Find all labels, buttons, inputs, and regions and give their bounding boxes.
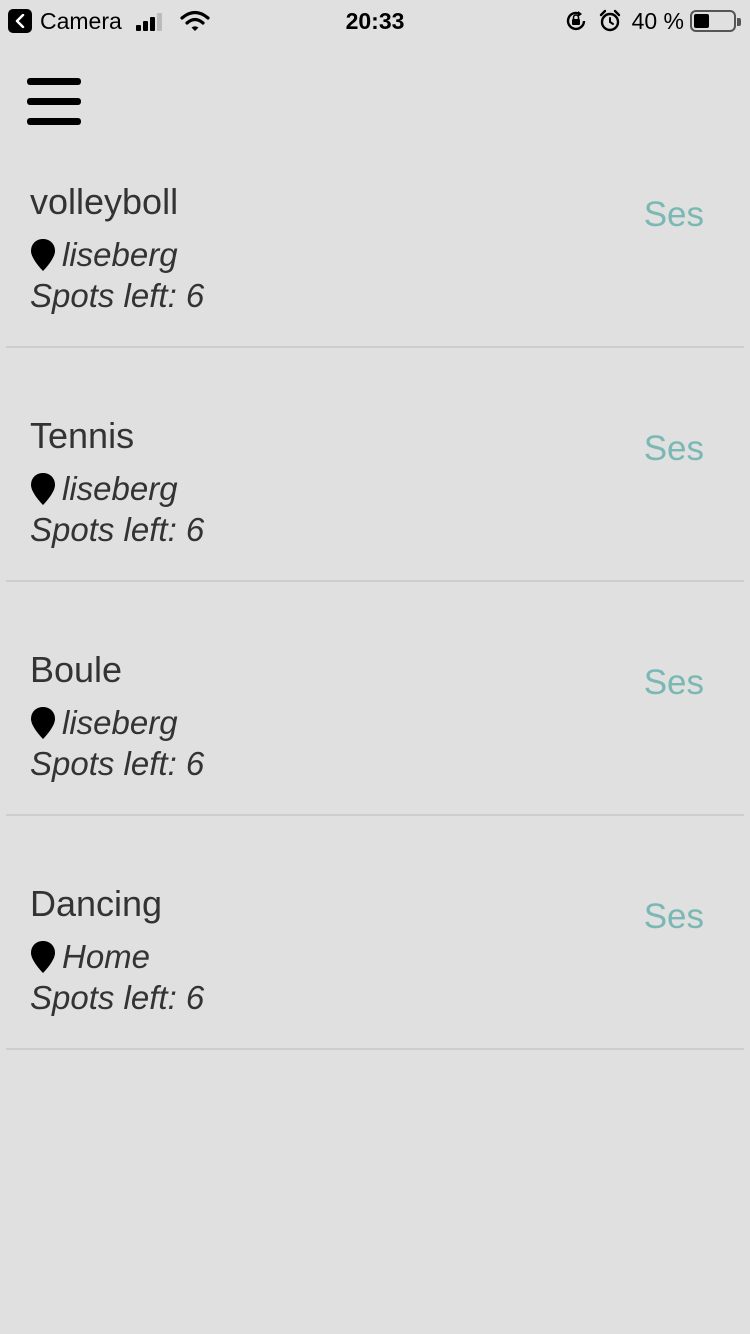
activity-location: Home [30, 938, 150, 976]
status-right: 40 % [564, 8, 741, 34]
location-label: Home [62, 938, 151, 975]
location-pin-icon [31, 239, 55, 271]
list-item[interactable]: Dancing Home Spots left: 6 Ses [6, 816, 744, 1050]
menu-line [27, 78, 81, 85]
list-item[interactable]: Boule liseberg Spots left: 6 Ses [6, 582, 744, 816]
activity-location: liseberg [30, 470, 178, 508]
location-pin-icon [31, 473, 55, 505]
activity-location: liseberg [30, 236, 178, 274]
view-button[interactable]: Ses [644, 897, 704, 937]
location-label: liseberg [62, 704, 178, 741]
activity-title: Boule [30, 649, 123, 690]
menu-line [27, 118, 81, 125]
spots-left: Spots left: 6 [30, 979, 205, 1016]
view-button[interactable]: Ses [644, 195, 704, 235]
alarm-icon [599, 9, 620, 32]
battery-level-fill [694, 14, 710, 28]
battery-percent: 40 % [631, 8, 684, 34]
spots-left: Spots left: 6 [30, 277, 205, 314]
view-button[interactable]: Ses [644, 663, 704, 703]
battery-icon [690, 10, 741, 32]
location-pin-icon [31, 707, 55, 739]
spots-left: Spots left: 6 [30, 511, 205, 548]
spots-left: Spots left: 6 [30, 745, 205, 782]
status-bar: Camera 20:33 40 % [0, 0, 750, 40]
menu-line [27, 98, 81, 105]
location-pin-icon [31, 941, 55, 973]
list-item[interactable]: volleyboll liseberg Spots left: 6 Ses [6, 152, 744, 348]
location-label: liseberg [62, 470, 178, 507]
activity-title: volleyboll [30, 181, 179, 222]
activity-title: Tennis [30, 415, 135, 456]
list-item[interactable]: Tennis liseberg Spots left: 6 Ses [6, 348, 744, 582]
rotation-lock-icon [566, 11, 585, 31]
view-button[interactable]: Ses [644, 429, 704, 469]
activity-location: liseberg [30, 704, 178, 742]
activity-list: volleyboll liseberg Spots left: 6 Ses Te… [6, 152, 744, 1050]
location-label: liseberg [62, 236, 178, 273]
activity-title: Dancing [30, 883, 163, 924]
hamburger-menu-icon[interactable] [27, 78, 81, 126]
battery-tip [737, 18, 741, 26]
